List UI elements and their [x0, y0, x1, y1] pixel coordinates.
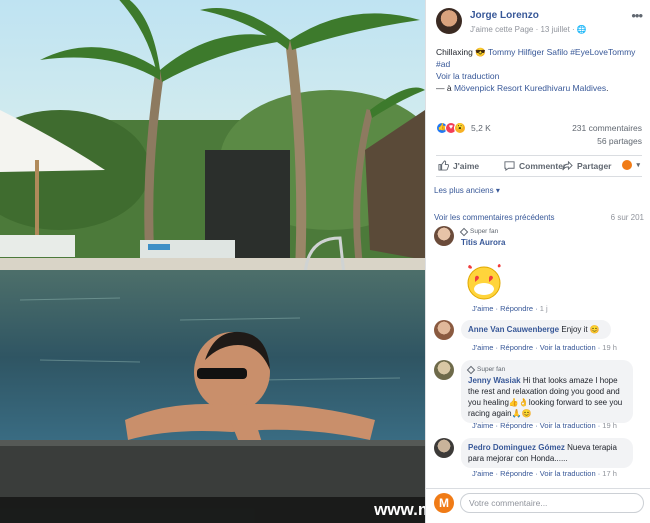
- thumbs-up-icon: [438, 160, 449, 171]
- super-fan-badge: Super fan: [466, 364, 626, 375]
- comment-reply-link[interactable]: Répondre: [500, 421, 533, 430]
- comment-actions: J'aime · Répondre · 1 j: [472, 304, 548, 313]
- comment-composer: M Votre commentaire...: [426, 488, 650, 523]
- commenter-avatar[interactable]: [434, 226, 454, 246]
- comment-reply-link[interactable]: Répondre: [500, 469, 533, 478]
- pool-scene-image: [0, 0, 425, 523]
- post-meta: J'aime cette Page · 13 juillet · 🌐: [470, 25, 587, 34]
- comment-bubble: Pedro Dominguez Gómez Nueva terapia para…: [461, 438, 633, 468]
- post-as-selector[interactable]: ▾: [622, 160, 640, 170]
- super-fan-badge: Super fan: [459, 226, 505, 237]
- comment-reply-link[interactable]: Répondre: [500, 343, 533, 352]
- author-avatar[interactable]: [436, 8, 462, 34]
- comment-bubble: Anne Van Cauwenberge Enjoy it 😊: [461, 320, 611, 339]
- post-actions: J'aime Commenter Partager ▾: [436, 155, 642, 177]
- diamond-icon: [466, 365, 476, 374]
- current-page-avatar: M: [434, 493, 454, 513]
- caption-text: Chillaxing 😎: [436, 47, 489, 57]
- commenter-name[interactable]: Titis Aurora: [461, 237, 505, 248]
- comment-actions: J'aime · Répondre · Voir la traduction ·…: [472, 343, 617, 352]
- comment-translate-link[interactable]: Voir la traduction: [540, 421, 596, 430]
- comment-item: Super fan Titis Aurora J'aime · Répondre…: [434, 226, 644, 316]
- comment-time: 17 h: [602, 469, 617, 478]
- comment-translate-link[interactable]: Voir la traduction: [540, 343, 596, 352]
- comment-time: 19 h: [602, 421, 617, 430]
- comment-like-link[interactable]: J'aime: [472, 304, 493, 313]
- commenter-name[interactable]: Anne Van Cauwenberge: [468, 325, 559, 334]
- speech-bubble-icon: [504, 161, 515, 171]
- comment-text: Enjoy it 😊: [561, 325, 600, 334]
- caret-down-icon: ▾: [636, 162, 640, 169]
- location-link[interactable]: Mövenpick Resort Kuredhivaru Maldives: [454, 83, 606, 93]
- translate-link[interactable]: Voir la traduction: [436, 71, 499, 81]
- sticker-image: [467, 264, 501, 300]
- share-count[interactable]: 56 partages: [597, 136, 642, 146]
- comment-count[interactable]: 231 commentaires: [572, 123, 642, 133]
- location-prefix: — à: [436, 83, 454, 93]
- post-side-panel: Jorge Lorenzo J'aime cette Page · 13 jui…: [425, 0, 650, 523]
- comment-item: Anne Van Cauwenberge Enjoy it 😊 J'aime ·…: [434, 320, 644, 356]
- commenter-avatar[interactable]: [434, 320, 454, 340]
- share-button[interactable]: Partager: [562, 160, 612, 171]
- reactions-bar: 👍 ♥ 😮 5,2 K 231 commentaires 56 partages: [436, 120, 642, 148]
- previous-comments-link[interactable]: Voir les commentaires précédents: [434, 213, 555, 222]
- comment-input[interactable]: Votre commentaire...: [460, 493, 644, 513]
- comment-like-link[interactable]: J'aime: [472, 343, 493, 352]
- comment-button[interactable]: Commenter: [504, 160, 566, 171]
- profile-mini-avatar: [622, 160, 633, 170]
- diamond-icon: [459, 227, 469, 236]
- commenter-avatar[interactable]: [434, 360, 454, 380]
- post-header: Jorge Lorenzo J'aime cette Page · 13 jui…: [436, 8, 643, 38]
- like-button[interactable]: J'aime: [438, 160, 479, 171]
- comments-shown-count: 6 sur 201: [610, 213, 644, 222]
- commenter-name[interactable]: Jenny Wasiak: [468, 376, 521, 385]
- comment-reply-link[interactable]: Répondre: [500, 304, 533, 313]
- facebook-photo-viewer: www.moto-net.com - Photo © DR Jorge Lore…: [0, 0, 650, 523]
- comment-like-link[interactable]: J'aime: [472, 469, 493, 478]
- comment-actions: J'aime · Répondre · Voir la traduction ·…: [472, 421, 617, 430]
- commenter-name[interactable]: Pedro Dominguez Gómez: [468, 443, 565, 452]
- comment-header: Super fan Titis Aurora: [459, 226, 505, 248]
- comment-bubble: Super fan Jenny Wasiak Hi that looks ama…: [461, 360, 633, 423]
- comment-actions: J'aime · Répondre · Voir la traduction ·…: [472, 469, 617, 478]
- author-name[interactable]: Jorge Lorenzo: [470, 10, 539, 21]
- sort-comments-dropdown[interactable]: Les plus anciens ▾: [434, 186, 500, 195]
- comment-button-label: Commenter: [519, 160, 567, 171]
- comment-translate-link[interactable]: Voir la traduction: [540, 469, 596, 478]
- post-caption: Chillaxing 😎 Tommy Hilfiger Safilo #EyeL…: [436, 46, 646, 94]
- commenter-avatar[interactable]: [434, 438, 454, 458]
- more-options-icon[interactable]: •••: [631, 8, 643, 23]
- comment-item: Super fan Jenny Wasiak Hi that looks ama…: [434, 360, 644, 434]
- share-button-label: Partager: [577, 160, 612, 171]
- comment-like-link[interactable]: J'aime: [472, 421, 493, 430]
- comment-item: Pedro Dominguez Gómez Nueva terapia para…: [434, 438, 644, 482]
- post-photo[interactable]: [0, 0, 425, 523]
- like-button-label: J'aime: [453, 160, 480, 171]
- comment-time: 19 h: [602, 343, 617, 352]
- location-suffix: .: [606, 83, 609, 93]
- share-arrow-icon: [562, 160, 573, 171]
- comment-time: 1 j: [539, 304, 548, 313]
- reaction-count[interactable]: 5,2 K: [471, 123, 491, 133]
- wow-reaction-icon[interactable]: 😮: [454, 122, 466, 134]
